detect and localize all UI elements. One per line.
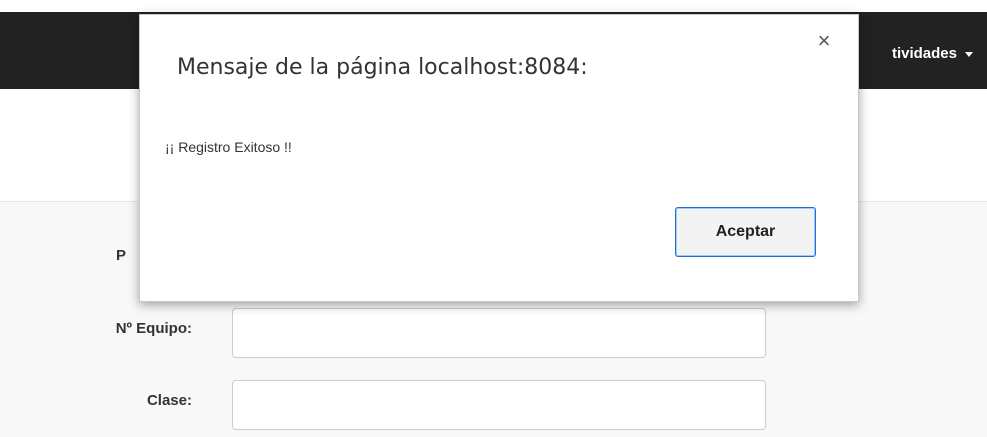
dialog-title: Mensaje de la página localhost:8084: [177, 55, 588, 80]
dialog-overlay: Mensaje de la página localhost:8084: × ¡… [0, 0, 987, 436]
dialog-message: ¡¡ Registro Exitoso !! [165, 139, 292, 155]
alert-dialog: Mensaje de la página localhost:8084: × ¡… [139, 14, 859, 302]
close-icon[interactable]: × [812, 29, 836, 53]
accept-button[interactable]: Aceptar [675, 207, 816, 257]
